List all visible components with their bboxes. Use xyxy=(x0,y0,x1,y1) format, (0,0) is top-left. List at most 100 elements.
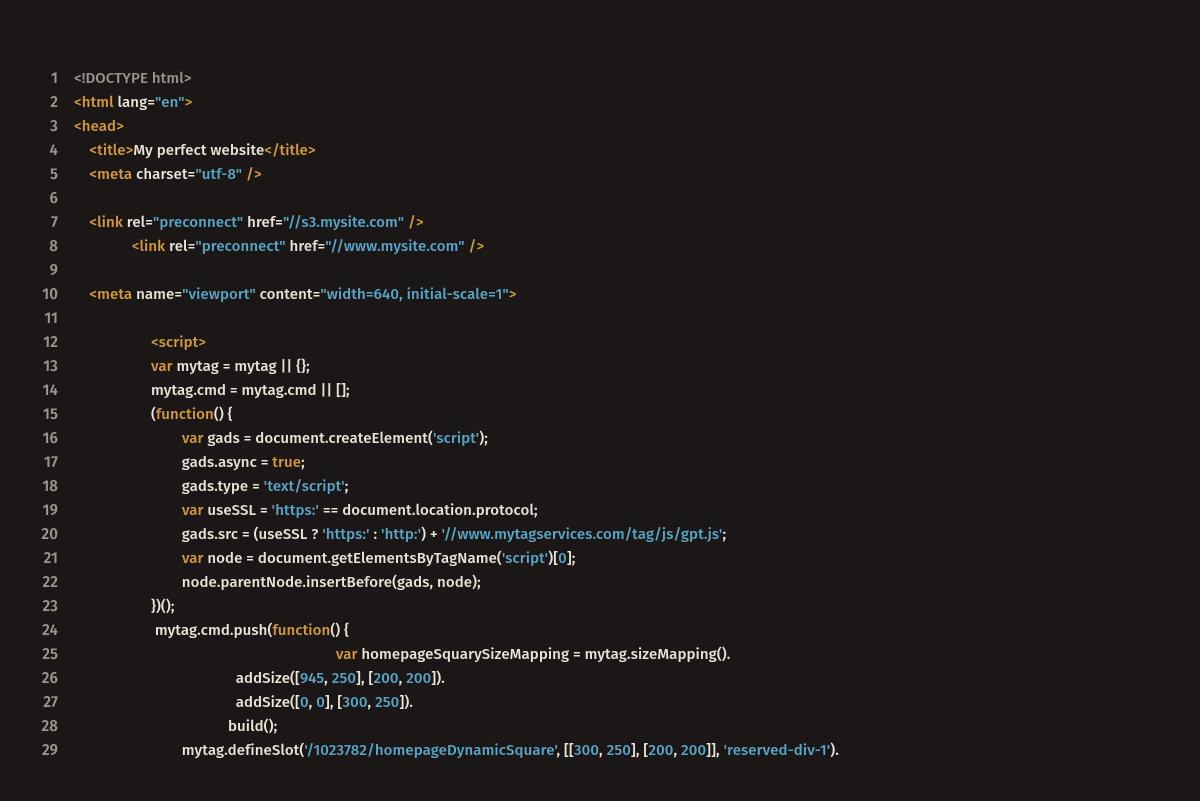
code-line[interactable]: 1<!DOCTYPE html> xyxy=(0,66,1200,90)
code-content[interactable]: addSize([0, 0], [300, 250]). xyxy=(74,690,1200,714)
code-content[interactable]: <link rel="preconnect" href="//s3.mysite… xyxy=(74,210,1200,234)
code-content[interactable]: gads.async = true; xyxy=(74,450,1200,474)
code-token xyxy=(74,237,132,255)
code-line[interactable]: 16 var gads = document.createElement('sc… xyxy=(0,426,1200,450)
code-token: "preconnect" xyxy=(153,213,243,231)
code-token: })(); xyxy=(74,597,175,615)
code-content[interactable]: var homepageSquarySizeMapping = mytag.si… xyxy=(74,642,1200,666)
line-number: 2 xyxy=(0,90,74,114)
code-content[interactable]: var useSSL = 'https:' == document.locati… xyxy=(74,498,1200,522)
line-number: 27 xyxy=(0,690,74,714)
code-token: ]). xyxy=(399,693,413,711)
code-content[interactable]: <title>My perfect website</title> xyxy=(74,138,1200,162)
code-line[interactable]: 22 node.parentNode.insertBefore(gads, no… xyxy=(0,570,1200,594)
code-line[interactable]: 10 <meta name="viewport" content="width=… xyxy=(0,282,1200,306)
code-token: <script> xyxy=(151,333,206,351)
code-token: 945 xyxy=(300,669,324,687)
code-line[interactable]: 26 addSize([945, 250], [200, 200]). xyxy=(0,666,1200,690)
code-line[interactable]: 17 gads.async = true; xyxy=(0,450,1200,474)
code-token: 200 xyxy=(406,669,431,687)
code-token xyxy=(74,429,182,447)
line-number: 29 xyxy=(0,738,74,762)
code-line[interactable]: 24 mytag.cmd.push(function() { xyxy=(0,618,1200,642)
code-line[interactable]: 20 gads.src = (useSSL ? 'https:' : 'http… xyxy=(0,522,1200,546)
code-line[interactable]: 15 (function() { xyxy=(0,402,1200,426)
code-content[interactable]: mytag.defineSlot('/1023782/homepageDynam… xyxy=(74,738,1200,762)
code-token: node.parentNode.insertBefore(gads, node)… xyxy=(74,573,481,591)
code-content[interactable]: build(); xyxy=(74,714,1200,738)
line-number: 24 xyxy=(0,618,74,642)
code-line[interactable]: 21 var node = document.getElementsByTagN… xyxy=(0,546,1200,570)
code-token: "viewport" xyxy=(182,285,256,303)
code-content[interactable]: mytag.cmd.push(function() { xyxy=(74,618,1200,642)
code-token: 300 xyxy=(574,741,599,759)
code-line[interactable]: 18 gads.type = 'text/script'; xyxy=(0,474,1200,498)
code-token: gads = document.createElement( xyxy=(204,429,433,447)
code-content[interactable]: <meta name="viewport" content="width=640… xyxy=(74,282,1200,306)
code-line[interactable]: 29 mytag.defineSlot('/1023782/homepageDy… xyxy=(0,738,1200,762)
code-token: 0 xyxy=(300,693,309,711)
code-content[interactable]: <!DOCTYPE html> xyxy=(74,66,1200,90)
code-token: rel= xyxy=(165,237,195,255)
code-content[interactable] xyxy=(74,186,1200,210)
line-number: 12 xyxy=(0,330,74,354)
code-content[interactable]: var node = document.getElementsByTagName… xyxy=(74,546,1200,570)
code-token: , xyxy=(368,693,376,711)
code-content[interactable]: <meta charset="utf-8" /> xyxy=(74,162,1200,186)
code-token: 200 xyxy=(681,741,706,759)
code-line[interactable]: 23 })(); xyxy=(0,594,1200,618)
code-line[interactable]: 14 mytag.cmd = mytag.cmd || []; xyxy=(0,378,1200,402)
code-token: <title> xyxy=(89,141,133,159)
code-content[interactable]: (function() { xyxy=(74,402,1200,426)
code-token: ; xyxy=(301,453,305,471)
code-content[interactable]: node.parentNode.insertBefore(gads, node)… xyxy=(74,570,1200,594)
code-token: 'script' xyxy=(433,429,479,447)
line-number: 1 xyxy=(0,66,74,90)
code-token: <html xyxy=(74,93,114,111)
code-line[interactable]: 28 build(); xyxy=(0,714,1200,738)
line-number: 10 xyxy=(0,282,74,306)
code-content[interactable]: <head> xyxy=(74,114,1200,138)
code-token: ], [ xyxy=(325,693,342,711)
line-number: 20 xyxy=(0,522,74,546)
code-token: <link xyxy=(132,237,166,255)
code-token: <meta xyxy=(89,165,132,183)
code-content[interactable]: <link rel="preconnect" href="//www.mysit… xyxy=(74,234,1200,258)
code-line[interactable]: 5 <meta charset="utf-8" /> xyxy=(0,162,1200,186)
code-content[interactable]: gads.src = (useSSL ? 'https:' : 'http:')… xyxy=(74,522,1200,546)
code-token: ); xyxy=(479,429,488,447)
code-content[interactable]: <script> xyxy=(74,330,1200,354)
code-content[interactable]: var gads = document.createElement('scrip… xyxy=(74,426,1200,450)
code-line[interactable]: 27 addSize([0, 0], [300, 250]). xyxy=(0,690,1200,714)
line-number: 16 xyxy=(0,426,74,450)
code-line[interactable]: 7 <link rel="preconnect" href="//s3.mysi… xyxy=(0,210,1200,234)
line-number: 7 xyxy=(0,210,74,234)
code-line[interactable]: 4 <title>My perfect website</title> xyxy=(0,138,1200,162)
code-line[interactable]: 2<html lang="en"> xyxy=(0,90,1200,114)
code-content[interactable]: addSize([945, 250], [200, 200]). xyxy=(74,666,1200,690)
code-content[interactable]: mytag.cmd = mytag.cmd || []; xyxy=(74,378,1200,402)
code-content[interactable] xyxy=(74,258,1200,282)
line-number: 5 xyxy=(0,162,74,186)
code-line[interactable]: 25 var homepageSquarySizeMapping = mytag… xyxy=(0,642,1200,666)
code-editor[interactable]: 1<!DOCTYPE html>2<html lang="en">3<head>… xyxy=(0,0,1200,762)
code-content[interactable] xyxy=(74,306,1200,330)
code-line[interactable]: 12 <script> xyxy=(0,330,1200,354)
code-token: "utf-8" xyxy=(195,165,242,183)
code-content[interactable]: <html lang="en"> xyxy=(74,90,1200,114)
code-token: 'https:' xyxy=(322,525,369,543)
code-content[interactable]: var mytag = mytag || {}; xyxy=(74,354,1200,378)
code-line[interactable]: 6 xyxy=(0,186,1200,210)
line-number: 19 xyxy=(0,498,74,522)
code-token: </title> xyxy=(264,141,315,159)
line-number: 13 xyxy=(0,354,74,378)
code-line[interactable]: 3<head> xyxy=(0,114,1200,138)
code-line[interactable]: 13 var mytag = mytag || {}; xyxy=(0,354,1200,378)
code-line[interactable]: 19 var useSSL = 'https:' == document.loc… xyxy=(0,498,1200,522)
code-line[interactable]: 9 xyxy=(0,258,1200,282)
code-line[interactable]: 11 xyxy=(0,306,1200,330)
code-content[interactable]: gads.type = 'text/script'; xyxy=(74,474,1200,498)
code-content[interactable]: })(); xyxy=(74,594,1200,618)
code-line[interactable]: 8 <link rel="preconnect" href="//www.mys… xyxy=(0,234,1200,258)
line-number: 6 xyxy=(0,186,74,210)
